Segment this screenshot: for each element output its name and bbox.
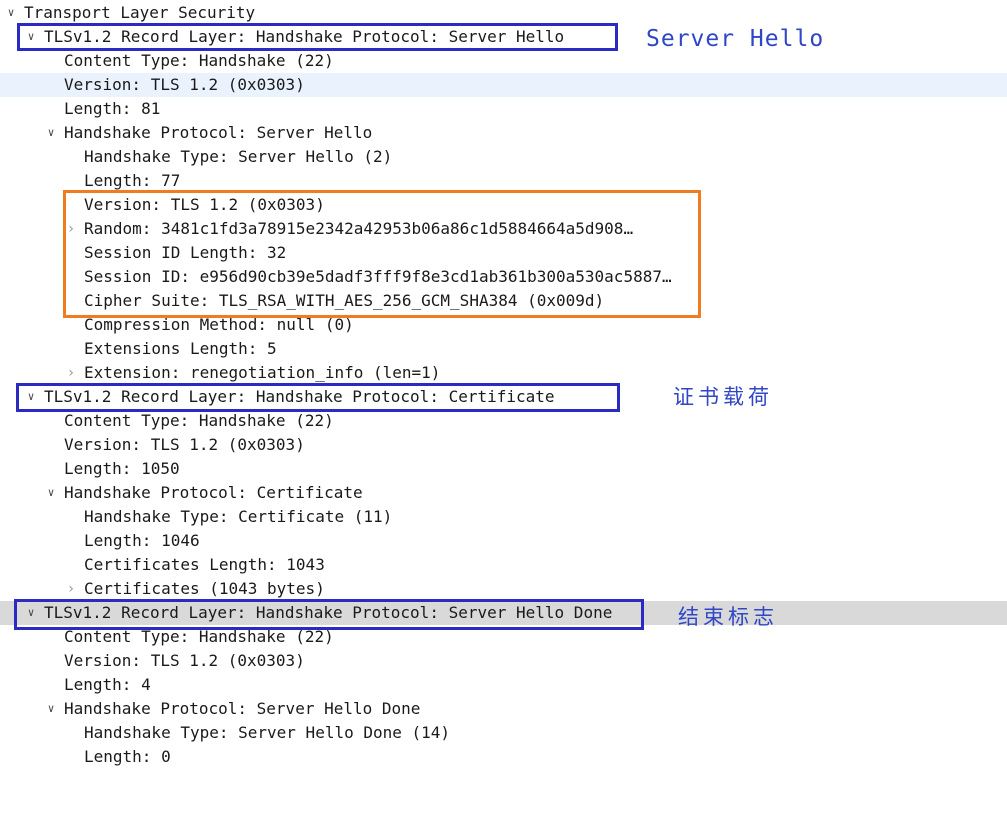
tree-row-label: Version: TLS 1.2 (0x0303) bbox=[64, 435, 305, 454]
tree-row-label: TLSv1.2 Record Layer: Handshake Protocol… bbox=[44, 603, 613, 622]
chevron-down-icon[interactable]: ∨ bbox=[43, 121, 59, 145]
tree-row-label: Length: 0 bbox=[84, 747, 171, 766]
tree-row-label: Handshake Protocol: Certificate bbox=[64, 483, 363, 502]
tree-row-label: Handshake Type: Server Hello (2) bbox=[84, 147, 393, 166]
tree-row[interactable]: Length: 1046 bbox=[0, 529, 1007, 553]
tree-row[interactable]: › Extension: renegotiation_info (len=1) bbox=[0, 361, 1007, 385]
tree-row[interactable]: ∨ Handshake Protocol: Server Hello Done bbox=[0, 697, 1007, 721]
tree-row[interactable]: ∨ TLSv1.2 Record Layer: Handshake Protoco… bbox=[0, 601, 1007, 625]
tree-row[interactable]: Version: TLS 1.2 (0x0303) bbox=[0, 433, 1007, 457]
tree-row-label: Length: 4 bbox=[64, 675, 151, 694]
annotation-certificate-payload: 证书载荷 bbox=[673, 385, 773, 409]
tree-row-label: Cipher Suite: TLS_RSA_WITH_AES_256_GCM_S… bbox=[84, 291, 605, 310]
tree-row-label: Length: 77 bbox=[84, 171, 181, 190]
tree-row[interactable]: Version: TLS 1.2 (0x0303) bbox=[0, 73, 1007, 97]
annotation-end-marker: 结束标志 bbox=[678, 605, 778, 629]
tree-row[interactable]: ∨ Handshake Protocol: Server Hello bbox=[0, 121, 1007, 145]
tree-row-label: Version: TLS 1.2 (0x0303) bbox=[64, 651, 305, 670]
tree-row-label: Extension: renegotiation_info (len=1) bbox=[84, 363, 441, 382]
tree-row-label: Length: 1050 bbox=[64, 459, 180, 478]
tree-row-label: Handshake Type: Certificate (11) bbox=[84, 507, 393, 526]
tree-row[interactable]: Cipher Suite: TLS_RSA_WITH_AES_256_GCM_S… bbox=[0, 289, 1007, 313]
tree-row[interactable]: Handshake Type: Server Hello Done (14) bbox=[0, 721, 1007, 745]
tree-row[interactable]: Version: TLS 1.2 (0x0303) bbox=[0, 193, 1007, 217]
chevron-right-icon[interactable]: › bbox=[63, 217, 79, 241]
tree-row[interactable]: Length: 77 bbox=[0, 169, 1007, 193]
tree-row-label: Content Type: Handshake (22) bbox=[64, 51, 334, 70]
chevron-down-icon[interactable]: ∨ bbox=[43, 481, 59, 505]
tree-row-label: Handshake Protocol: Server Hello Done bbox=[64, 699, 421, 718]
tree-row-label: Random: 3481c1fd3a78915e2342a42953b06a86… bbox=[84, 219, 634, 238]
tree-row[interactable]: Length: 1050 bbox=[0, 457, 1007, 481]
tree-row-label: Session ID: e956d90cb39e5dadf3fff9f8e3cd… bbox=[84, 267, 672, 286]
tree-row-label: TLSv1.2 Record Layer: Handshake Protocol… bbox=[44, 27, 565, 46]
chevron-down-icon[interactable]: ∨ bbox=[3, 1, 19, 25]
tree-row-label: TLSv1.2 Record Layer: Handshake Protocol… bbox=[44, 387, 555, 406]
tree-row[interactable]: Handshake Type: Server Hello (2) bbox=[0, 145, 1007, 169]
tree-row[interactable]: Certificates Length: 1043 bbox=[0, 553, 1007, 577]
tree-row-label: Content Type: Handshake (22) bbox=[64, 627, 334, 646]
tree-row-label: Handshake Type: Server Hello Done (14) bbox=[84, 723, 451, 742]
chevron-down-icon[interactable]: ∨ bbox=[43, 697, 59, 721]
tree-row[interactable]: Content Type: Handshake (22) bbox=[0, 409, 1007, 433]
tree-row[interactable]: Session ID Length: 32 bbox=[0, 241, 1007, 265]
chevron-down-icon[interactable]: ∨ bbox=[23, 25, 39, 49]
tree-row[interactable]: Content Type: Handshake (22) bbox=[0, 625, 1007, 649]
tree-row-label: Version: TLS 1.2 (0x0303) bbox=[84, 195, 325, 214]
tree-row[interactable]: ∨ Handshake Protocol: Certificate bbox=[0, 481, 1007, 505]
tree-row-label: Length: 81 bbox=[64, 99, 161, 118]
tree-row[interactable]: Handshake Type: Certificate (11) bbox=[0, 505, 1007, 529]
tree-row[interactable]: › Certificates (1043 bytes) bbox=[0, 577, 1007, 601]
tree-row-label: Handshake Protocol: Server Hello bbox=[64, 123, 373, 142]
tree-row-label: Certificates Length: 1043 bbox=[84, 555, 325, 574]
tree-row-label: Length: 1046 bbox=[84, 531, 200, 550]
tree-row[interactable]: Compression Method: null (0) bbox=[0, 313, 1007, 337]
tree-row[interactable]: › Random: 3481c1fd3a78915e2342a42953b06a8… bbox=[0, 217, 1007, 241]
tree-row[interactable]: Session ID: e956d90cb39e5dadf3fff9f8e3cd… bbox=[0, 265, 1007, 289]
tree-row[interactable]: Length: 0 bbox=[0, 745, 1007, 769]
tree-row-label: Compression Method: null (0) bbox=[84, 315, 354, 334]
tree-row-label: Transport Layer Security bbox=[24, 3, 256, 22]
tree-row-label: Extensions Length: 5 bbox=[84, 339, 277, 358]
tree-row-label: Content Type: Handshake (22) bbox=[64, 411, 334, 430]
tree-row-label: Session ID Length: 32 bbox=[84, 243, 287, 262]
tree-row[interactable]: Version: TLS 1.2 (0x0303) bbox=[0, 649, 1007, 673]
tree-row[interactable]: ∨ TLSv1.2 Record Layer: Handshake Protoco… bbox=[0, 25, 1007, 49]
tree-row[interactable]: Extensions Length: 5 bbox=[0, 337, 1007, 361]
tree-row-label: Version: TLS 1.2 (0x0303) bbox=[64, 75, 305, 94]
chevron-right-icon[interactable]: › bbox=[63, 577, 79, 601]
tree-row[interactable]: ∨ Transport Layer Security bbox=[0, 1, 1007, 25]
chevron-down-icon[interactable]: ∨ bbox=[23, 385, 39, 409]
tree-row-label: Certificates (1043 bytes) bbox=[84, 579, 325, 598]
annotation-server-hello: Server Hello bbox=[646, 26, 825, 52]
chevron-down-icon[interactable]: ∨ bbox=[23, 601, 39, 625]
tree-row[interactable]: Length: 4 bbox=[0, 673, 1007, 697]
chevron-right-icon[interactable]: › bbox=[63, 361, 79, 385]
tree-row[interactable]: ∨ TLSv1.2 Record Layer: Handshake Protoco… bbox=[0, 385, 1007, 409]
packet-details-tree: ∨ Transport Layer Security ∨ TLSv1.2 Record… bbox=[0, 0, 1007, 819]
tree-row[interactable]: Content Type: Handshake (22) bbox=[0, 49, 1007, 73]
tree-row[interactable]: Length: 81 bbox=[0, 97, 1007, 121]
